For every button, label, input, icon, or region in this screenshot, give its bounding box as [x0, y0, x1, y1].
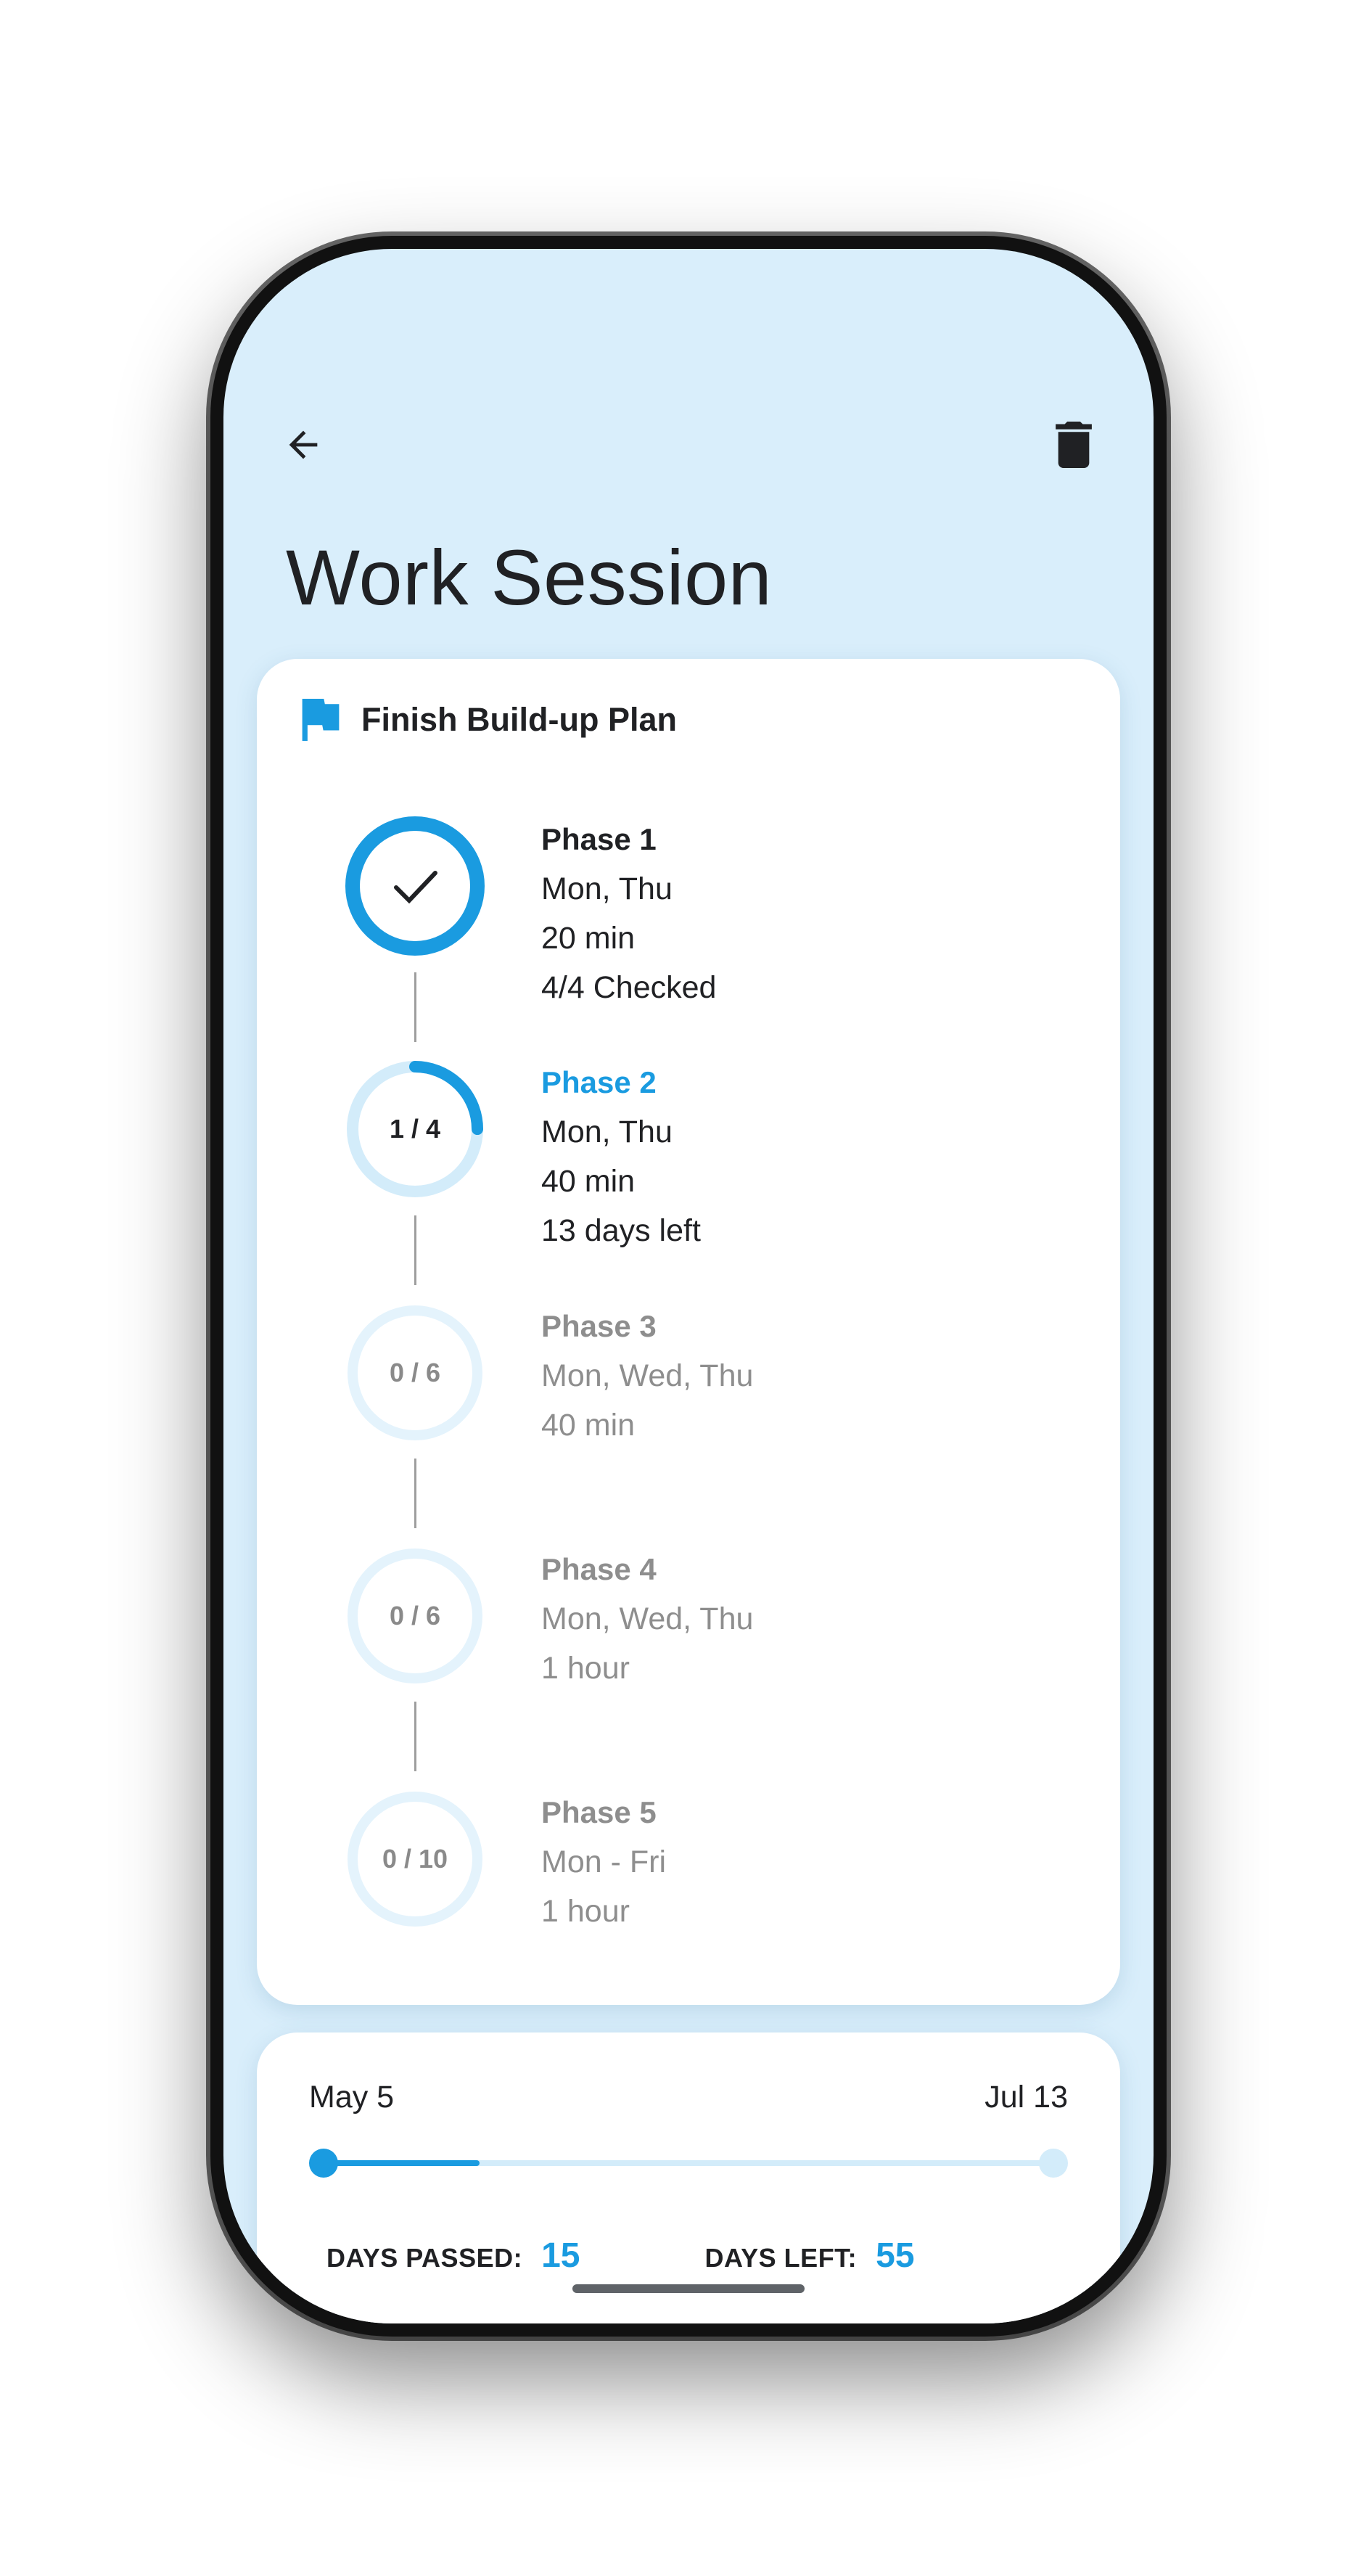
days-left-stat: DAYS LEFT: 55: [704, 2236, 914, 2276]
phase-days: Mon, Wed, Thu: [541, 1601, 754, 1636]
phase-connector: [414, 1215, 416, 1285]
plan-header: Finish Build-up Plan: [302, 699, 677, 741]
timeline-fill: [324, 2160, 480, 2166]
days-left-label: DAYS LEFT:: [704, 2243, 858, 2273]
start-date: May 5: [309, 2080, 395, 2114]
phase-details: Phase 1 Mon, Thu 20 min 4/4 Checked: [541, 815, 716, 1012]
phase-details: Phase 4 Mon, Wed, Thu 1 hour: [541, 1545, 753, 1693]
plan-title: Finish Build-up Plan: [361, 701, 677, 738]
days-passed-label: DAYS PASSED:: [326, 2243, 523, 2273]
phase-progress-label: 1 / 4: [389, 1114, 441, 1144]
phase-details: Phase 3 Mon, Wed, Thu 40 min: [541, 1302, 753, 1450]
app-screen: Work Session Finish Build-up Plan Phase …: [223, 249, 1154, 2323]
phase-name: Phase 3: [541, 1309, 657, 1343]
top-app-bar: [223, 394, 1154, 496]
phase-connector: [414, 972, 416, 1042]
page-title: Work Session: [286, 533, 773, 621]
phase-details: Phase 2 Mon, Thu 40 min 13 days left: [541, 1058, 701, 1255]
phase-name: Phase 2: [541, 1065, 657, 1099]
phone-frame: Work Session Finish Build-up Plan Phase …: [210, 236, 1167, 2337]
phase-days: Mon, Thu: [541, 871, 673, 906]
phase-progress-label: 0 / 10: [382, 1844, 448, 1874]
app-stage: Work Session Finish Build-up Plan Phase …: [0, 0, 1369, 2576]
phase-duration: 1 hour: [541, 1894, 630, 1929]
trash-icon: [1056, 422, 1092, 468]
delete-button[interactable]: [1030, 401, 1117, 488]
phase-status: 4/4 Checked: [541, 970, 717, 1005]
phase-name: Phase 5: [541, 1795, 657, 1829]
phase-duration: 40 min: [541, 1164, 636, 1199]
phase-duration: 20 min: [541, 921, 636, 956]
phase-connector: [414, 1459, 416, 1528]
phase-item-4[interactable]: 0 / 6 Phase 4 Mon, Wed, Thu 1 hour: [257, 1545, 1120, 1748]
phase-days: Mon, Thu: [541, 1115, 673, 1149]
phase-duration: 1 hour: [541, 1651, 630, 1686]
timeline-card: May 5 Jul 13 DAYS PASSED: 15 DAYS LEFT:: [257, 2033, 1120, 2323]
phase-item-3[interactable]: 0 / 6 Phase 3 Mon, Wed, Thu 40 min: [257, 1302, 1120, 1505]
phase-days: Mon, Wed, Thu: [541, 1358, 754, 1393]
days-passed-value: 15: [541, 2236, 580, 2275]
home-indicator[interactable]: [572, 2284, 805, 2293]
phase-days: Mon - Fri: [541, 1845, 666, 1879]
phase-duration: 40 min: [541, 1408, 636, 1443]
phase-item-1[interactable]: Phase 1 Mon, Thu 20 min 4/4 Checked: [257, 815, 1120, 1018]
phase-progress-label: 0 / 6: [389, 1601, 441, 1630]
phase-details: Phase 5 Mon - Fri 1 hour: [541, 1788, 666, 1936]
phase-item-5[interactable]: 0 / 10 Phase 5 Mon - Fri 1 hour: [257, 1788, 1120, 1991]
check-icon: [394, 871, 437, 904]
arrow-left-icon: [289, 430, 318, 459]
days-passed-stat: DAYS PASSED: 15: [326, 2236, 580, 2276]
timeline-end-dot: [1039, 2149, 1068, 2178]
phase-progress-label: 0 / 6: [389, 1358, 441, 1387]
end-date: Jul 13: [984, 2080, 1068, 2114]
timeline-stats: DAYS PASSED: 15 DAYS LEFT: 55: [326, 2236, 1040, 2276]
phase-name: Phase 4: [541, 1552, 657, 1586]
days-left-value: 55: [876, 2236, 915, 2275]
timeline-start-dot: [309, 2149, 338, 2178]
phase-name: Phase 1: [541, 822, 657, 856]
phase-item-2[interactable]: 1 / 4 Phase 2 Mon, Thu 40 min 13 days le…: [257, 1058, 1120, 1261]
phase-connector: [414, 1702, 416, 1771]
flag-icon: [302, 699, 340, 741]
plan-card: Finish Build-up Plan Phase 1 Mon, Thu 20…: [257, 659, 1120, 2005]
back-button[interactable]: [260, 401, 347, 488]
timeline-progress-bar: [309, 2149, 1068, 2178]
phase-status: 13 days left: [541, 1213, 701, 1248]
